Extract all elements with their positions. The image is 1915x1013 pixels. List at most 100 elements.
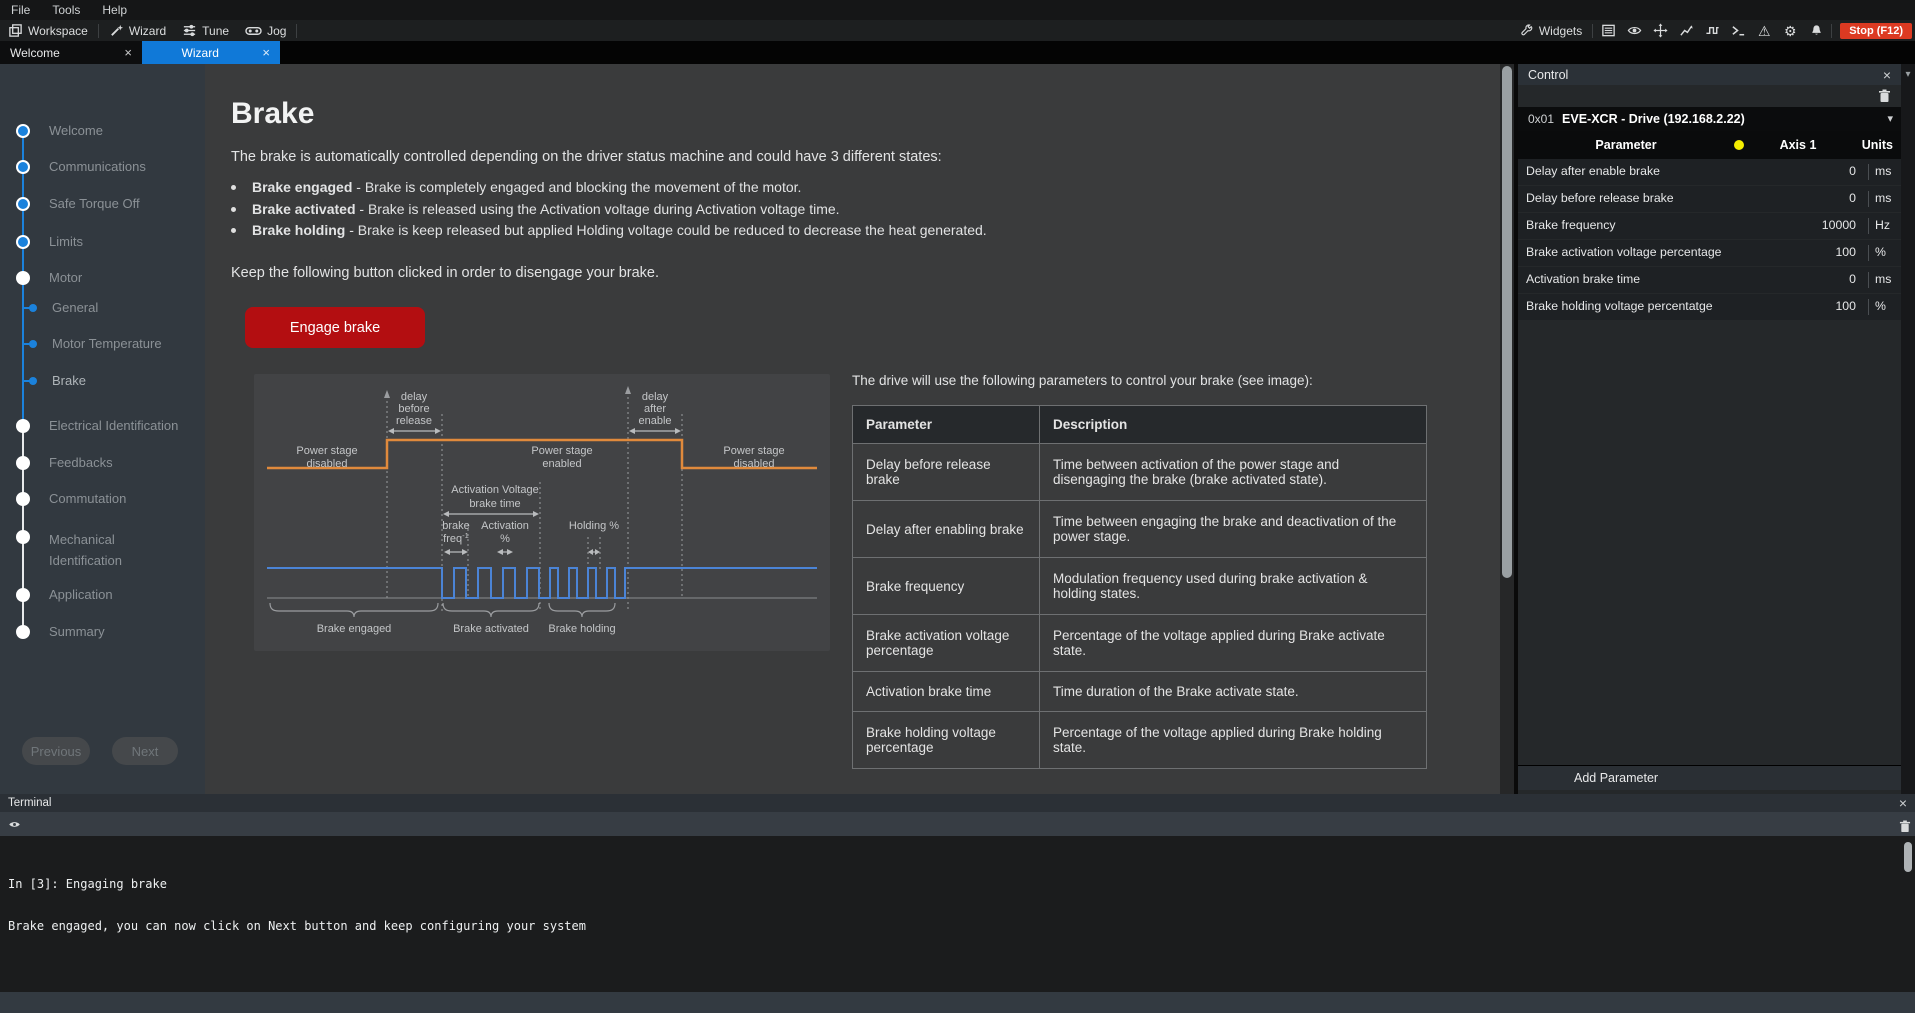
svg-text:delay: delay	[642, 391, 669, 403]
wand-icon	[109, 23, 124, 38]
bullet-item: Brake holding - Brake is keep released b…	[231, 222, 987, 244]
workspace-icon	[8, 23, 23, 38]
add-parameter-button[interactable]: Add Parameter	[1518, 765, 1901, 790]
panel-scrollbar[interactable]: ▾	[1901, 64, 1915, 794]
jog-label: Jog	[267, 24, 286, 38]
wrench-icon	[1520, 24, 1534, 38]
parameter-value[interactable]: 100	[1734, 245, 1856, 259]
sidebar-step-brake[interactable]: Brake	[52, 373, 86, 388]
sidebar-step-electrical-identification[interactable]: Electrical Identification	[49, 418, 178, 433]
wizard-button[interactable]: Wizard	[101, 20, 174, 41]
sidebar-step-summary[interactable]: Summary	[49, 624, 105, 639]
menu-help[interactable]: Help	[91, 3, 138, 17]
svg-text:Activation: Activation	[481, 520, 529, 532]
menu-tools[interactable]: Tools	[41, 3, 91, 17]
parameter-value[interactable]: 0	[1734, 164, 1856, 178]
terminal-button[interactable]	[1725, 20, 1751, 41]
svg-text:freq-1: freq-1	[443, 531, 469, 545]
toolbar-separator	[296, 24, 297, 38]
previous-button[interactable]: Previous	[22, 737, 90, 765]
registers-button[interactable]	[1595, 20, 1621, 41]
stop-button[interactable]: Stop (F12)	[1840, 23, 1912, 39]
next-button[interactable]: Next	[112, 737, 178, 765]
sidebar-step-limits[interactable]: Limits	[49, 234, 83, 249]
engage-brake-button[interactable]: Engage brake	[245, 307, 425, 348]
svg-text:delay: delay	[401, 391, 428, 403]
control-panel: Control × 0x01 EVE-XCR - Drive (192.168.…	[1518, 64, 1901, 794]
sidebar-step-feedbacks[interactable]: Feedbacks	[49, 455, 113, 470]
svg-text:after: after	[644, 403, 666, 415]
table-row: Brake holding voltage percentagePercenta…	[853, 712, 1427, 769]
bullet-icon	[231, 228, 236, 233]
motion-button[interactable]	[1647, 20, 1673, 41]
close-icon[interactable]: ×	[124, 45, 132, 60]
parameter-value[interactable]: 10000	[1734, 218, 1856, 232]
chevron-down-icon[interactable]: ▾	[1887, 112, 1893, 125]
parameter-value[interactable]: 100	[1734, 299, 1856, 313]
step-marker	[16, 271, 30, 285]
content-scrollbar[interactable]	[1500, 64, 1514, 794]
table-row: Brake frequencyModulation frequency used…	[853, 558, 1427, 615]
signal-button[interactable]	[1699, 20, 1725, 41]
scope-button[interactable]	[1673, 20, 1699, 41]
drive-selector[interactable]: 0x01 EVE-XCR - Drive (192.168.2.22) ▾	[1518, 107, 1901, 131]
terminal-input-bar[interactable]	[0, 992, 1915, 1013]
jog-button[interactable]: Jog	[237, 20, 294, 41]
status-indicator	[1734, 140, 1744, 150]
chevron-down-icon[interactable]: ▾	[1905, 69, 1910, 80]
tune-button[interactable]: Tune	[174, 20, 237, 41]
table-row: Activation brake timeTime duration of th…	[853, 672, 1427, 712]
sidebar-step-commutation[interactable]: Commutation	[49, 491, 126, 506]
menu-file[interactable]: File	[0, 3, 41, 17]
parameter-value[interactable]: 0	[1734, 272, 1856, 286]
workspace-label: Workspace	[28, 24, 88, 38]
menubar: File Tools Help	[0, 0, 1915, 20]
parameter-value[interactable]: 0	[1734, 191, 1856, 205]
parameter-row: Brake frequency10000Hz	[1518, 213, 1901, 239]
step-marker	[16, 588, 30, 602]
parameter-row: Delay after enable brake0ms	[1518, 159, 1901, 185]
terminal-scrollbar-thumb[interactable]	[1904, 842, 1912, 872]
register-list-icon	[1601, 23, 1616, 38]
svg-text:before: before	[398, 403, 429, 415]
widgets-button[interactable]: Widgets	[1512, 20, 1590, 41]
close-icon[interactable]: ×	[1883, 68, 1891, 82]
tab-welcome[interactable]: Welcome ×	[0, 41, 142, 64]
trash-icon[interactable]	[1899, 820, 1911, 833]
eye-icon	[1627, 23, 1642, 38]
sidebar-step-mechanical-identification[interactable]: Mechanical Identification	[49, 529, 169, 571]
bullet-item: Brake activated - Brake is released usin…	[231, 201, 987, 223]
page-title: Brake	[231, 97, 314, 131]
svg-text:Holding %: Holding %	[569, 520, 619, 532]
svg-text:disabled: disabled	[307, 458, 348, 470]
trash-icon[interactable]	[1878, 89, 1891, 103]
eye-icon[interactable]	[8, 818, 21, 831]
settings-button[interactable]: ⚙	[1777, 20, 1803, 41]
sidebar-step-safe-torque-off[interactable]: Safe Torque Off	[49, 196, 140, 211]
sidebar-step-welcome[interactable]: Welcome	[49, 123, 103, 138]
workspace-button[interactable]: Workspace	[0, 20, 96, 41]
monitoring-button[interactable]	[1621, 20, 1647, 41]
scrollbar-thumb[interactable]	[1502, 66, 1512, 578]
brake-voltage-trace	[267, 568, 817, 598]
tab-wizard[interactable]: Wizard ×	[142, 41, 280, 64]
table-row: Delay before release brakeTime between a…	[853, 444, 1427, 501]
warnings-button[interactable]: ⚠	[1751, 20, 1777, 41]
brake-page: Brake The brake is automatically control…	[205, 64, 1500, 794]
toolbar-separator	[98, 24, 99, 38]
sidebar-step-communications[interactable]: Communications	[49, 159, 146, 174]
substep-marker	[29, 377, 37, 385]
close-icon[interactable]: ×	[1899, 796, 1907, 810]
sidebar-step-motor-temperature[interactable]: Motor Temperature	[52, 336, 162, 351]
sidebar-step-application[interactable]: Application	[49, 587, 113, 602]
svg-text:Power stage: Power stage	[531, 445, 592, 457]
close-icon[interactable]: ×	[262, 45, 270, 60]
sidebar-step-motor[interactable]: Motor	[49, 270, 82, 285]
svg-text:disabled: disabled	[734, 458, 775, 470]
sidebar-step-general[interactable]: General	[52, 300, 98, 315]
parameter-row: Brake holding voltage percentatge100%	[1518, 294, 1901, 320]
notifications-button[interactable]	[1803, 20, 1829, 41]
table-row: Brake activation voltage percentagePerce…	[853, 615, 1427, 672]
svg-text:Power stage: Power stage	[723, 445, 784, 457]
brake-timing-diagram: delay before release delay after enable …	[254, 374, 830, 651]
